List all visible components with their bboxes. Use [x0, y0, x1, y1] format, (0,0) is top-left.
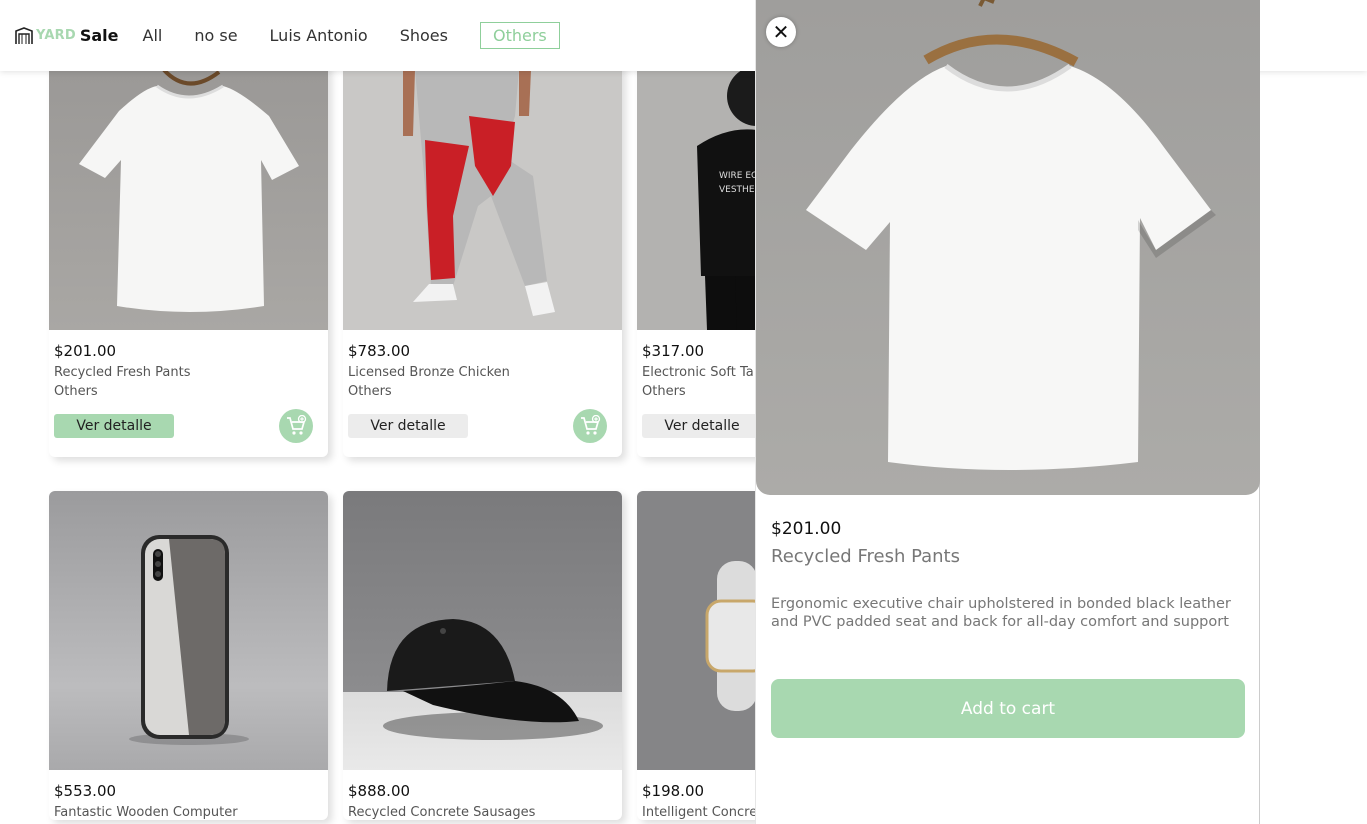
product-name: Fantastic Wooden Computer [54, 805, 238, 820]
product-image-phone[interactable] [49, 491, 328, 770]
close-button[interactable]: ✕ [766, 17, 796, 47]
add-to-cart-icon-button[interactable] [573, 409, 607, 443]
detail-product-name: Recycled Fresh Pants [771, 546, 960, 567]
product-card: $888.00 Recycled Concrete Sausages [343, 491, 622, 820]
view-detail-button[interactable]: Ver detalle [54, 414, 174, 438]
detail-description: Ergonomic executive chair upholstered in… [771, 596, 1231, 630]
cart-plus-icon [581, 415, 601, 435]
store-icon [15, 26, 33, 44]
product-category: Others [54, 384, 98, 399]
add-to-cart-icon-button[interactable] [279, 409, 313, 443]
nav-item-no-se[interactable]: no se [194, 22, 237, 49]
product-image-red-grey-pants[interactable] [343, 56, 622, 330]
product-category: Others [348, 384, 392, 399]
product-name: Licensed Bronze Chicken [348, 365, 510, 380]
product-card: $553.00 Fantastic Wooden Computer [49, 491, 328, 820]
product-name: Recycled Concrete Sausages [348, 805, 536, 820]
product-image-white-tshirt[interactable] [49, 56, 328, 330]
product-detail-panel: ✕ $201.00 Recycled Fresh Pants Ergonomic… [755, 0, 1260, 824]
svg-text:VESTHE: VESTHE [719, 185, 755, 195]
category-nav: All no se Luis Antonio Shoes Others [143, 22, 560, 49]
detail-product-image [756, 0, 1260, 495]
nav-item-shoes[interactable]: Shoes [400, 22, 448, 49]
view-detail-button[interactable]: Ver detalle [348, 414, 468, 438]
product-price: $553.00 [54, 782, 117, 800]
view-detail-button[interactable]: Ver detalle [642, 414, 762, 438]
product-card: $201.00 Recycled Fresh Pants Others Ver … [49, 56, 328, 457]
product-price: $201.00 [54, 342, 117, 360]
product-card: $783.00 Licensed Bronze Chicken Others V… [343, 56, 622, 457]
nav-item-all[interactable]: All [143, 22, 163, 49]
add-to-cart-button[interactable]: Add to cart [771, 679, 1245, 738]
cart-plus-icon [287, 415, 307, 435]
product-price: $888.00 [348, 782, 411, 800]
logo-yard-text: YARD [36, 28, 76, 43]
product-name: Recycled Fresh Pants [54, 365, 191, 380]
detail-price: $201.00 [771, 519, 842, 539]
nav-item-luis-antonio[interactable]: Luis Antonio [270, 22, 368, 49]
product-price: $783.00 [348, 342, 411, 360]
logo-sale-text: Sale [79, 26, 119, 45]
nav-item-others[interactable]: Others [479, 22, 560, 49]
product-image-black-cap[interactable] [343, 491, 622, 770]
logo[interactable]: YARD Sale [14, 26, 119, 46]
